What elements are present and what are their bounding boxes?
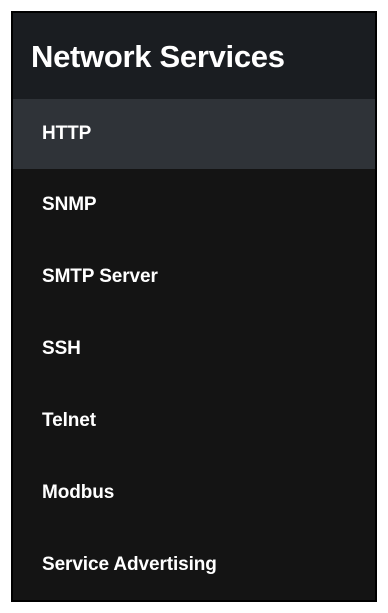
menu-item-modbus[interactable]: Modbus (13, 457, 375, 529)
menu-item-snmp[interactable]: SNMP (13, 169, 375, 241)
menu-item-label: SMTP Server (42, 266, 158, 287)
menu-item-label: Telnet (42, 410, 96, 431)
menu-list: HTTP SNMP SMTP Server SSH Telnet Modbus … (13, 99, 375, 600)
menu-item-telnet[interactable]: Telnet (13, 385, 375, 457)
menu-item-label: Service Advertising (42, 554, 217, 575)
menu-item-http[interactable]: HTTP (13, 99, 375, 169)
menu-item-service-advertising[interactable]: Service Advertising (13, 529, 375, 600)
menu-item-label: SNMP (42, 194, 97, 215)
menu-item-label: HTTP (42, 123, 92, 144)
menu-item-smtp-server[interactable]: SMTP Server (13, 241, 375, 313)
menu-item-ssh[interactable]: SSH (13, 313, 375, 385)
menu-header: Network Services (13, 13, 375, 99)
menu-item-label: SSH (42, 338, 81, 359)
menu-item-label: Modbus (42, 482, 115, 503)
network-services-menu: Network Services HTTP SNMP SMTP Server S… (11, 11, 377, 602)
menu-title: Network Services (31, 38, 285, 74)
